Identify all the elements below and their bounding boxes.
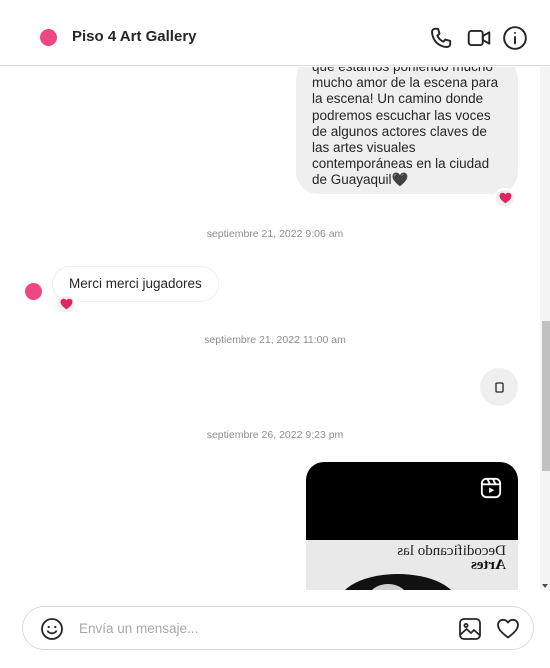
emoji-icon[interactable] bbox=[40, 617, 64, 641]
chat-header: Piso 4 Art Gallery bbox=[0, 0, 550, 66]
phone-icon[interactable] bbox=[428, 25, 454, 51]
incoming-message-text: Merci merci jugadores bbox=[69, 276, 202, 291]
scrollbar-thumb[interactable] bbox=[542, 321, 550, 471]
reels-icon bbox=[480, 477, 502, 499]
shared-reel-card[interactable]: Decodificando las Artes bbox=[306, 462, 518, 590]
incoming-message-bubble[interactable]: Merci merci jugadores bbox=[52, 266, 219, 302]
message-thread[interactable]: que estamos poniendo mucho mucho amor de… bbox=[0, 67, 540, 590]
message-timestamp: septiembre 21, 2022 9:06 am bbox=[206, 228, 344, 240]
reel-thumbnail-text: Artes bbox=[471, 557, 506, 573]
heart-icon bbox=[499, 192, 511, 204]
contact-name[interactable]: Piso 4 Art Gallery bbox=[72, 28, 197, 45]
scroll-down-arrow-icon[interactable] bbox=[542, 584, 548, 588]
reel-thumbnail: Decodificando las Artes bbox=[306, 540, 518, 590]
heart-icon bbox=[60, 298, 72, 310]
image-upload-icon[interactable] bbox=[458, 617, 482, 641]
heart-reaction[interactable] bbox=[494, 188, 516, 208]
outgoing-message-text: que estamos poniendo mucho mucho amor de… bbox=[312, 67, 499, 188]
file-icon bbox=[494, 381, 504, 393]
message-timestamp: septiembre 21, 2022 11:00 am bbox=[204, 334, 346, 346]
info-icon[interactable] bbox=[502, 25, 528, 51]
message-input[interactable] bbox=[79, 615, 449, 641]
video-icon[interactable] bbox=[466, 25, 492, 51]
heart-like-icon[interactable] bbox=[496, 617, 520, 641]
heart-reaction[interactable] bbox=[55, 294, 77, 314]
attachment-message-bubble[interactable] bbox=[480, 368, 518, 406]
contact-avatar[interactable] bbox=[40, 29, 57, 46]
message-composer bbox=[22, 606, 534, 650]
outgoing-message-bubble[interactable]: que estamos poniendo mucho mucho amor de… bbox=[296, 67, 518, 194]
message-timestamp: septiembre 26, 2022 9:23 pm bbox=[206, 429, 344, 441]
contact-avatar-small[interactable] bbox=[25, 283, 42, 300]
thread-scrollbar[interactable] bbox=[540, 67, 550, 590]
